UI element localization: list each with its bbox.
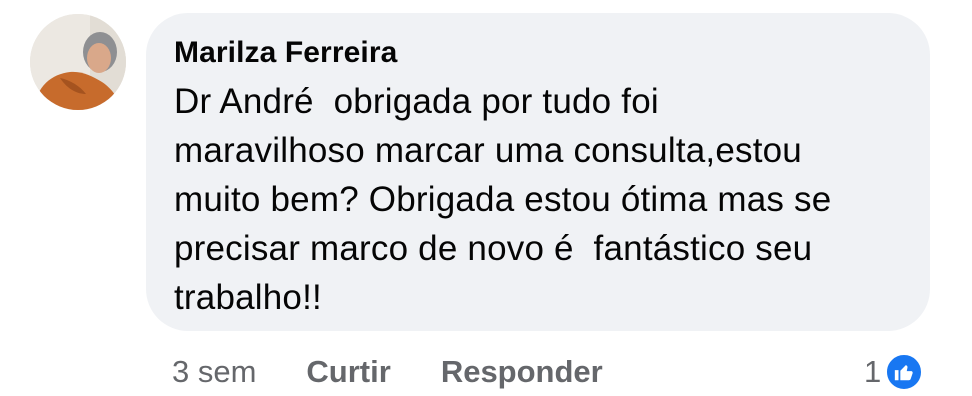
comment-actions: 3 sem Curtir Responder: [172, 350, 653, 394]
comment-author[interactable]: Marilza Ferreira: [174, 31, 902, 75]
comment-text-line: Dr André obrigada por tudo foi: [174, 82, 659, 121]
avatar-photo: [30, 14, 126, 110]
comment-text-line: precisar marco de novo é fantástico seu: [174, 229, 813, 268]
like-icon: [885, 353, 924, 391]
comment-text-line: muito bem? Obrigada estou ótima mas se: [174, 180, 832, 219]
comment-bubble: Marilza Ferreira Dr André obrigada por t…: [146, 13, 930, 331]
comment-text: Dr André obrigada por tudo foi maravilho…: [174, 77, 902, 322]
comment-text-line: maravilhoso marcar uma consulta,estou: [174, 131, 802, 170]
comment-timestamp[interactable]: 3 sem: [172, 354, 256, 390]
comment-text-line: trabalho!!: [174, 278, 322, 317]
reaction-count: 1: [864, 354, 882, 389]
reply-button[interactable]: Responder: [441, 354, 603, 390]
reaction-summary[interactable]: 1: [864, 350, 924, 394]
avatar[interactable]: [30, 14, 126, 110]
like-button[interactable]: Curtir: [306, 354, 390, 390]
